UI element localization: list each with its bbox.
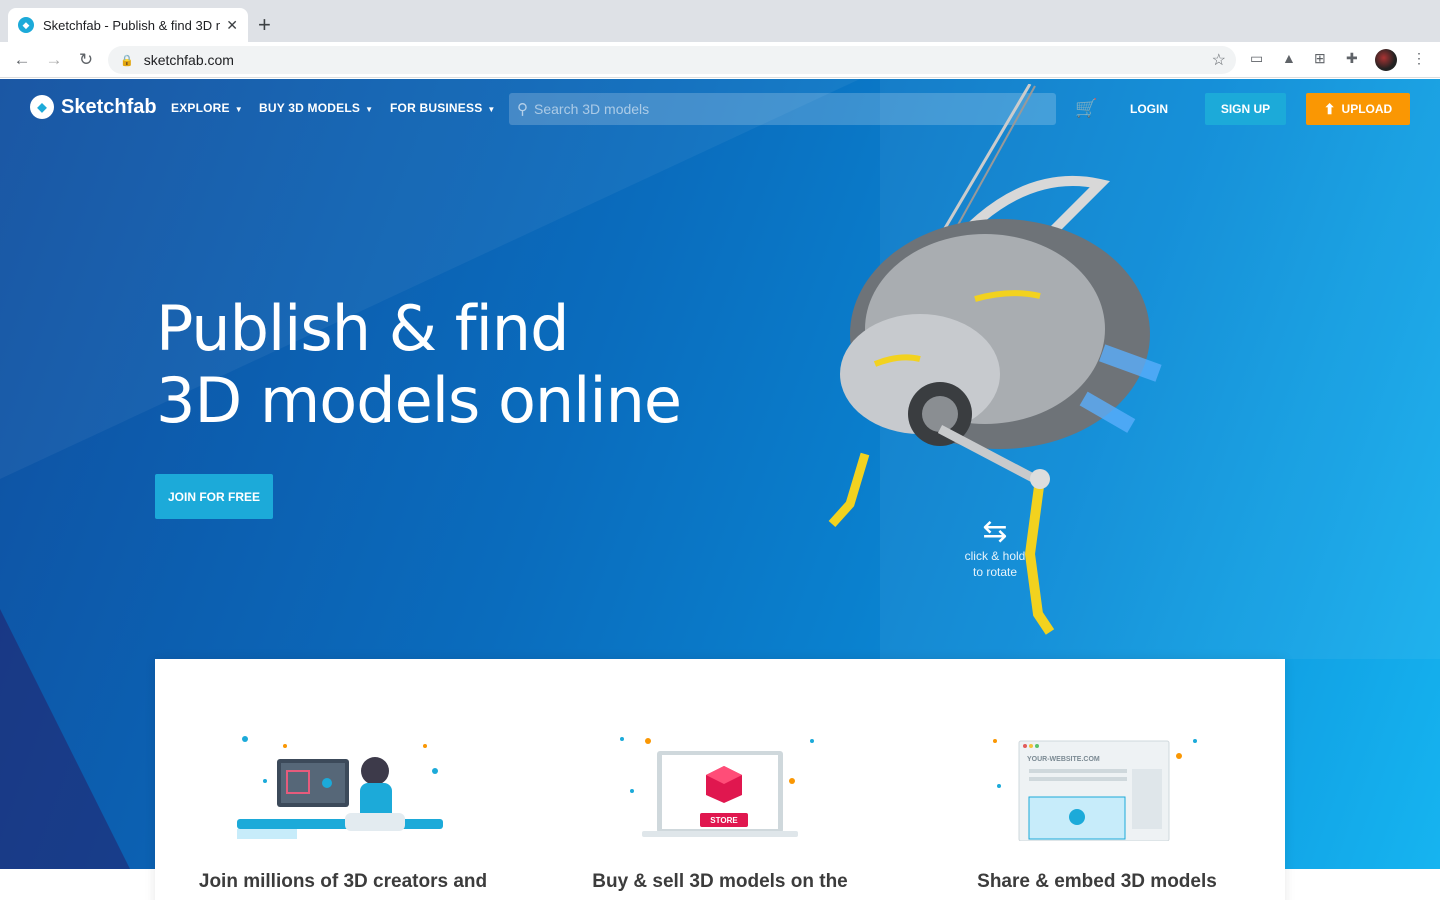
extension-chat-icon[interactable]: ▭ [1250,50,1263,67]
sketchfab-logo-icon: ◆ [30,95,54,119]
browser-tab-strip: ◆ Sketchfab - Publish & find 3D models o… [0,0,1440,42]
signup-button[interactable]: SIGN UP [1205,93,1286,125]
feature-title: Share & embed 3D models [977,871,1217,892]
feature-card-embed[interactable]: YOUR-WEBSITE.COM Share & embed 3D models [909,659,1285,900]
menu-kebab-icon[interactable]: ⋮ [1412,50,1426,67]
rotate-hint: ⇆ click & hold to rotate [955,515,1035,580]
reload-icon[interactable]: ↻ [70,50,102,70]
menu-explore-label: EXPLORE [171,101,230,115]
search-icon: ⚲ [517,101,528,118]
url-text: sketchfab.com [143,52,234,68]
hint-line-2: to rotate [972,565,1018,579]
creator-illustration [237,736,443,839]
feature-card-creators[interactable]: Join millions of 3D creators and [155,659,531,900]
forward-icon[interactable]: → [38,50,70,70]
menu-explore[interactable]: EXPLORE ▼ [171,101,243,115]
menu-for-business[interactable]: FOR BUSINESS ▼ [390,101,496,115]
feature-title: Buy & sell 3D models on the [592,871,848,892]
drive-icon[interactable]: ▲ [1282,50,1296,66]
profile-avatar[interactable] [1375,49,1397,71]
embed-illustration: YOUR-WEBSITE.COM [993,739,1197,841]
headline-line-2: 3D models online [156,364,682,437]
upload-button[interactable]: ⬆ UPLOAD [1306,93,1410,125]
menu-business-label: FOR BUSINESS [390,101,483,115]
logo-text: Sketchfab [61,95,157,118]
extensions-puzzle-icon[interactable]: ✚ [1346,50,1358,67]
store-badge-text: STORE [710,816,738,825]
decorative-shape [0,609,130,869]
web-page: ◆ Sketchfab EXPLORE ▼ BUY 3D MODELS ▼ FOR … [0,79,1440,900]
grid-extension-icon[interactable]: ⊞ [1314,50,1326,67]
embed-site-text: YOUR-WEBSITE.COM [1027,756,1100,763]
menu-buy-3d-models[interactable]: BUY 3D MODELS ▼ [259,101,373,115]
browser-toolbar: ← → ↻ 🔒 sketchfab.com ☆ ▭ ▲ ⊞ ✚ ⋮ [0,42,1440,78]
join-for-free-button[interactable]: JOIN FOR FREE [155,474,273,519]
caret-down-icon: ▼ [234,105,243,114]
site-header: ◆ Sketchfab EXPLORE ▼ BUY 3D MODELS ▼ FOR … [0,79,1440,139]
new-tab-icon[interactable]: + [258,12,271,38]
sketchfab-logo[interactable]: ◆ Sketchfab [30,95,157,119]
feature-card-store[interactable]: STORE Buy & sell 3D models on the [532,659,908,900]
caret-down-icon: ▼ [487,105,496,114]
lock-icon: 🔒 [120,54,134,67]
bookmark-star-icon[interactable]: ☆ [1212,50,1226,70]
address-bar[interactable]: 🔒 sketchfab.com ☆ [108,46,1236,74]
feature-title: Join millions of 3D creators and [198,871,488,892]
hint-line-1: click & hold [964,549,1026,563]
hero-headline: Publish & find 3D models online [156,292,682,437]
upload-arrow-icon: ⬆ [1323,100,1336,117]
sketchfab-favicon-icon: ◆ [18,17,34,33]
menu-buy-label: BUY 3D MODELS [259,101,361,115]
caret-down-icon: ▼ [365,105,374,114]
features-panel: Join millions of 3D creators and STORE B… [155,659,1285,900]
close-tab-icon[interactable]: ✕ [226,17,238,34]
store-illustration: STORE [620,737,814,837]
tab-title: Sketchfab - Publish & find 3D models onl… [43,17,220,33]
browser-tab[interactable]: ◆ Sketchfab - Publish & find 3D models o… [8,8,248,42]
drag-hand-icon: ⇆ [982,515,1008,548]
headline-line-1: Publish & find [156,292,569,365]
upload-label: UPLOAD [1341,102,1393,116]
back-icon[interactable]: ← [6,50,38,70]
